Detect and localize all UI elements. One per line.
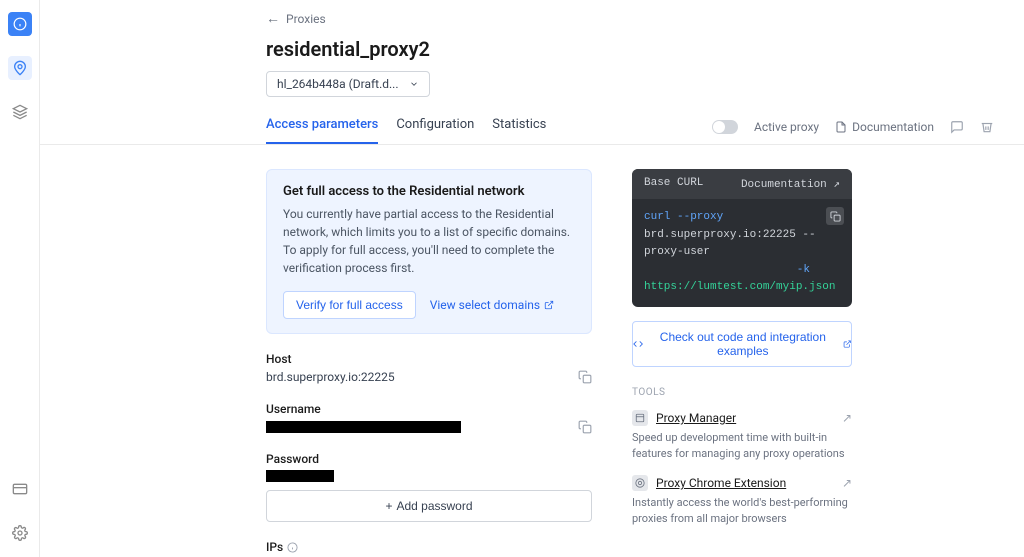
breadcrumb[interactable]: ← Proxies bbox=[40, 10, 1024, 37]
tool-desc: Instantly access the world's best-perfor… bbox=[632, 495, 852, 528]
tools-section-label: TOOLS bbox=[632, 387, 852, 398]
tool-title: Proxy Chrome Extension bbox=[656, 476, 786, 490]
documentation-link[interactable]: Documentation bbox=[835, 120, 934, 134]
host-value: brd.superproxy.io:22225 bbox=[266, 370, 395, 384]
manager-icon bbox=[632, 410, 648, 426]
copy-username-icon[interactable] bbox=[578, 420, 592, 434]
code-doc-link[interactable]: Documentation ↗ bbox=[741, 177, 840, 191]
tool-desc: Speed up development time with built-in … bbox=[632, 430, 852, 463]
zone-dropdown[interactable]: hl_264b448a (Draft.d... bbox=[266, 71, 430, 97]
code-icon bbox=[633, 338, 643, 350]
chrome-icon bbox=[632, 475, 648, 491]
dropdown-label: hl_264b448a (Draft.d... bbox=[277, 77, 399, 91]
document-icon bbox=[835, 121, 847, 133]
info-icon[interactable] bbox=[8, 12, 32, 36]
tab-configuration[interactable]: Configuration bbox=[396, 109, 474, 144]
copy-code-icon[interactable] bbox=[826, 207, 844, 225]
banner-body: You currently have partial access to the… bbox=[283, 205, 575, 277]
external-link-icon bbox=[843, 339, 851, 349]
banner-title: Get full access to the Residential netwo… bbox=[283, 184, 575, 199]
card-icon[interactable] bbox=[8, 477, 32, 501]
info-circle-icon bbox=[287, 542, 298, 553]
view-domains-link[interactable]: View select domains bbox=[430, 298, 554, 312]
active-proxy-label: Active proxy bbox=[754, 120, 819, 134]
sidebar bbox=[0, 0, 40, 557]
arrow-icon: ↗ bbox=[842, 411, 852, 425]
username-label: Username bbox=[266, 402, 592, 416]
active-proxy-toggle[interactable] bbox=[712, 120, 738, 134]
chevron-down-icon bbox=[409, 79, 419, 89]
tool-proxy-manager[interactable]: Proxy Manager ↗ Speed up development tim… bbox=[632, 410, 852, 463]
verify-banner: Get full access to the Residential netwo… bbox=[266, 169, 592, 334]
tool-chrome-extension[interactable]: Proxy Chrome Extension ↗ Instantly acces… bbox=[632, 475, 852, 528]
page-title: residential_proxy2 bbox=[266, 37, 1024, 61]
comment-icon[interactable] bbox=[950, 120, 964, 134]
password-value bbox=[266, 470, 334, 482]
code-example: Base CURL Documentation ↗ curl --proxy b… bbox=[632, 169, 852, 307]
password-label: Password bbox=[266, 452, 592, 466]
add-password-button[interactable]: + Add password bbox=[266, 490, 592, 522]
external-link-icon bbox=[544, 300, 554, 310]
host-label: Host bbox=[266, 352, 592, 366]
tab-access[interactable]: Access parameters bbox=[266, 109, 378, 144]
settings-icon[interactable] bbox=[8, 521, 32, 545]
ips-label: IPs bbox=[266, 540, 592, 554]
tool-title: Proxy Manager bbox=[656, 411, 736, 425]
examples-button[interactable]: Check out code and integration examples bbox=[632, 321, 852, 367]
location-icon[interactable] bbox=[8, 56, 32, 80]
layers-icon[interactable] bbox=[8, 100, 32, 124]
username-value bbox=[266, 421, 461, 433]
arrow-icon: ↗ bbox=[842, 476, 852, 490]
verify-button[interactable]: Verify for full access bbox=[283, 291, 416, 319]
plus-icon: + bbox=[385, 499, 392, 513]
code-header-label: Base CURL bbox=[644, 177, 703, 191]
tab-statistics[interactable]: Statistics bbox=[492, 109, 546, 144]
copy-host-icon[interactable] bbox=[578, 370, 592, 384]
breadcrumb-label: Proxies bbox=[286, 12, 326, 26]
back-arrow-icon: ← bbox=[266, 10, 280, 27]
trash-icon[interactable] bbox=[980, 120, 994, 134]
